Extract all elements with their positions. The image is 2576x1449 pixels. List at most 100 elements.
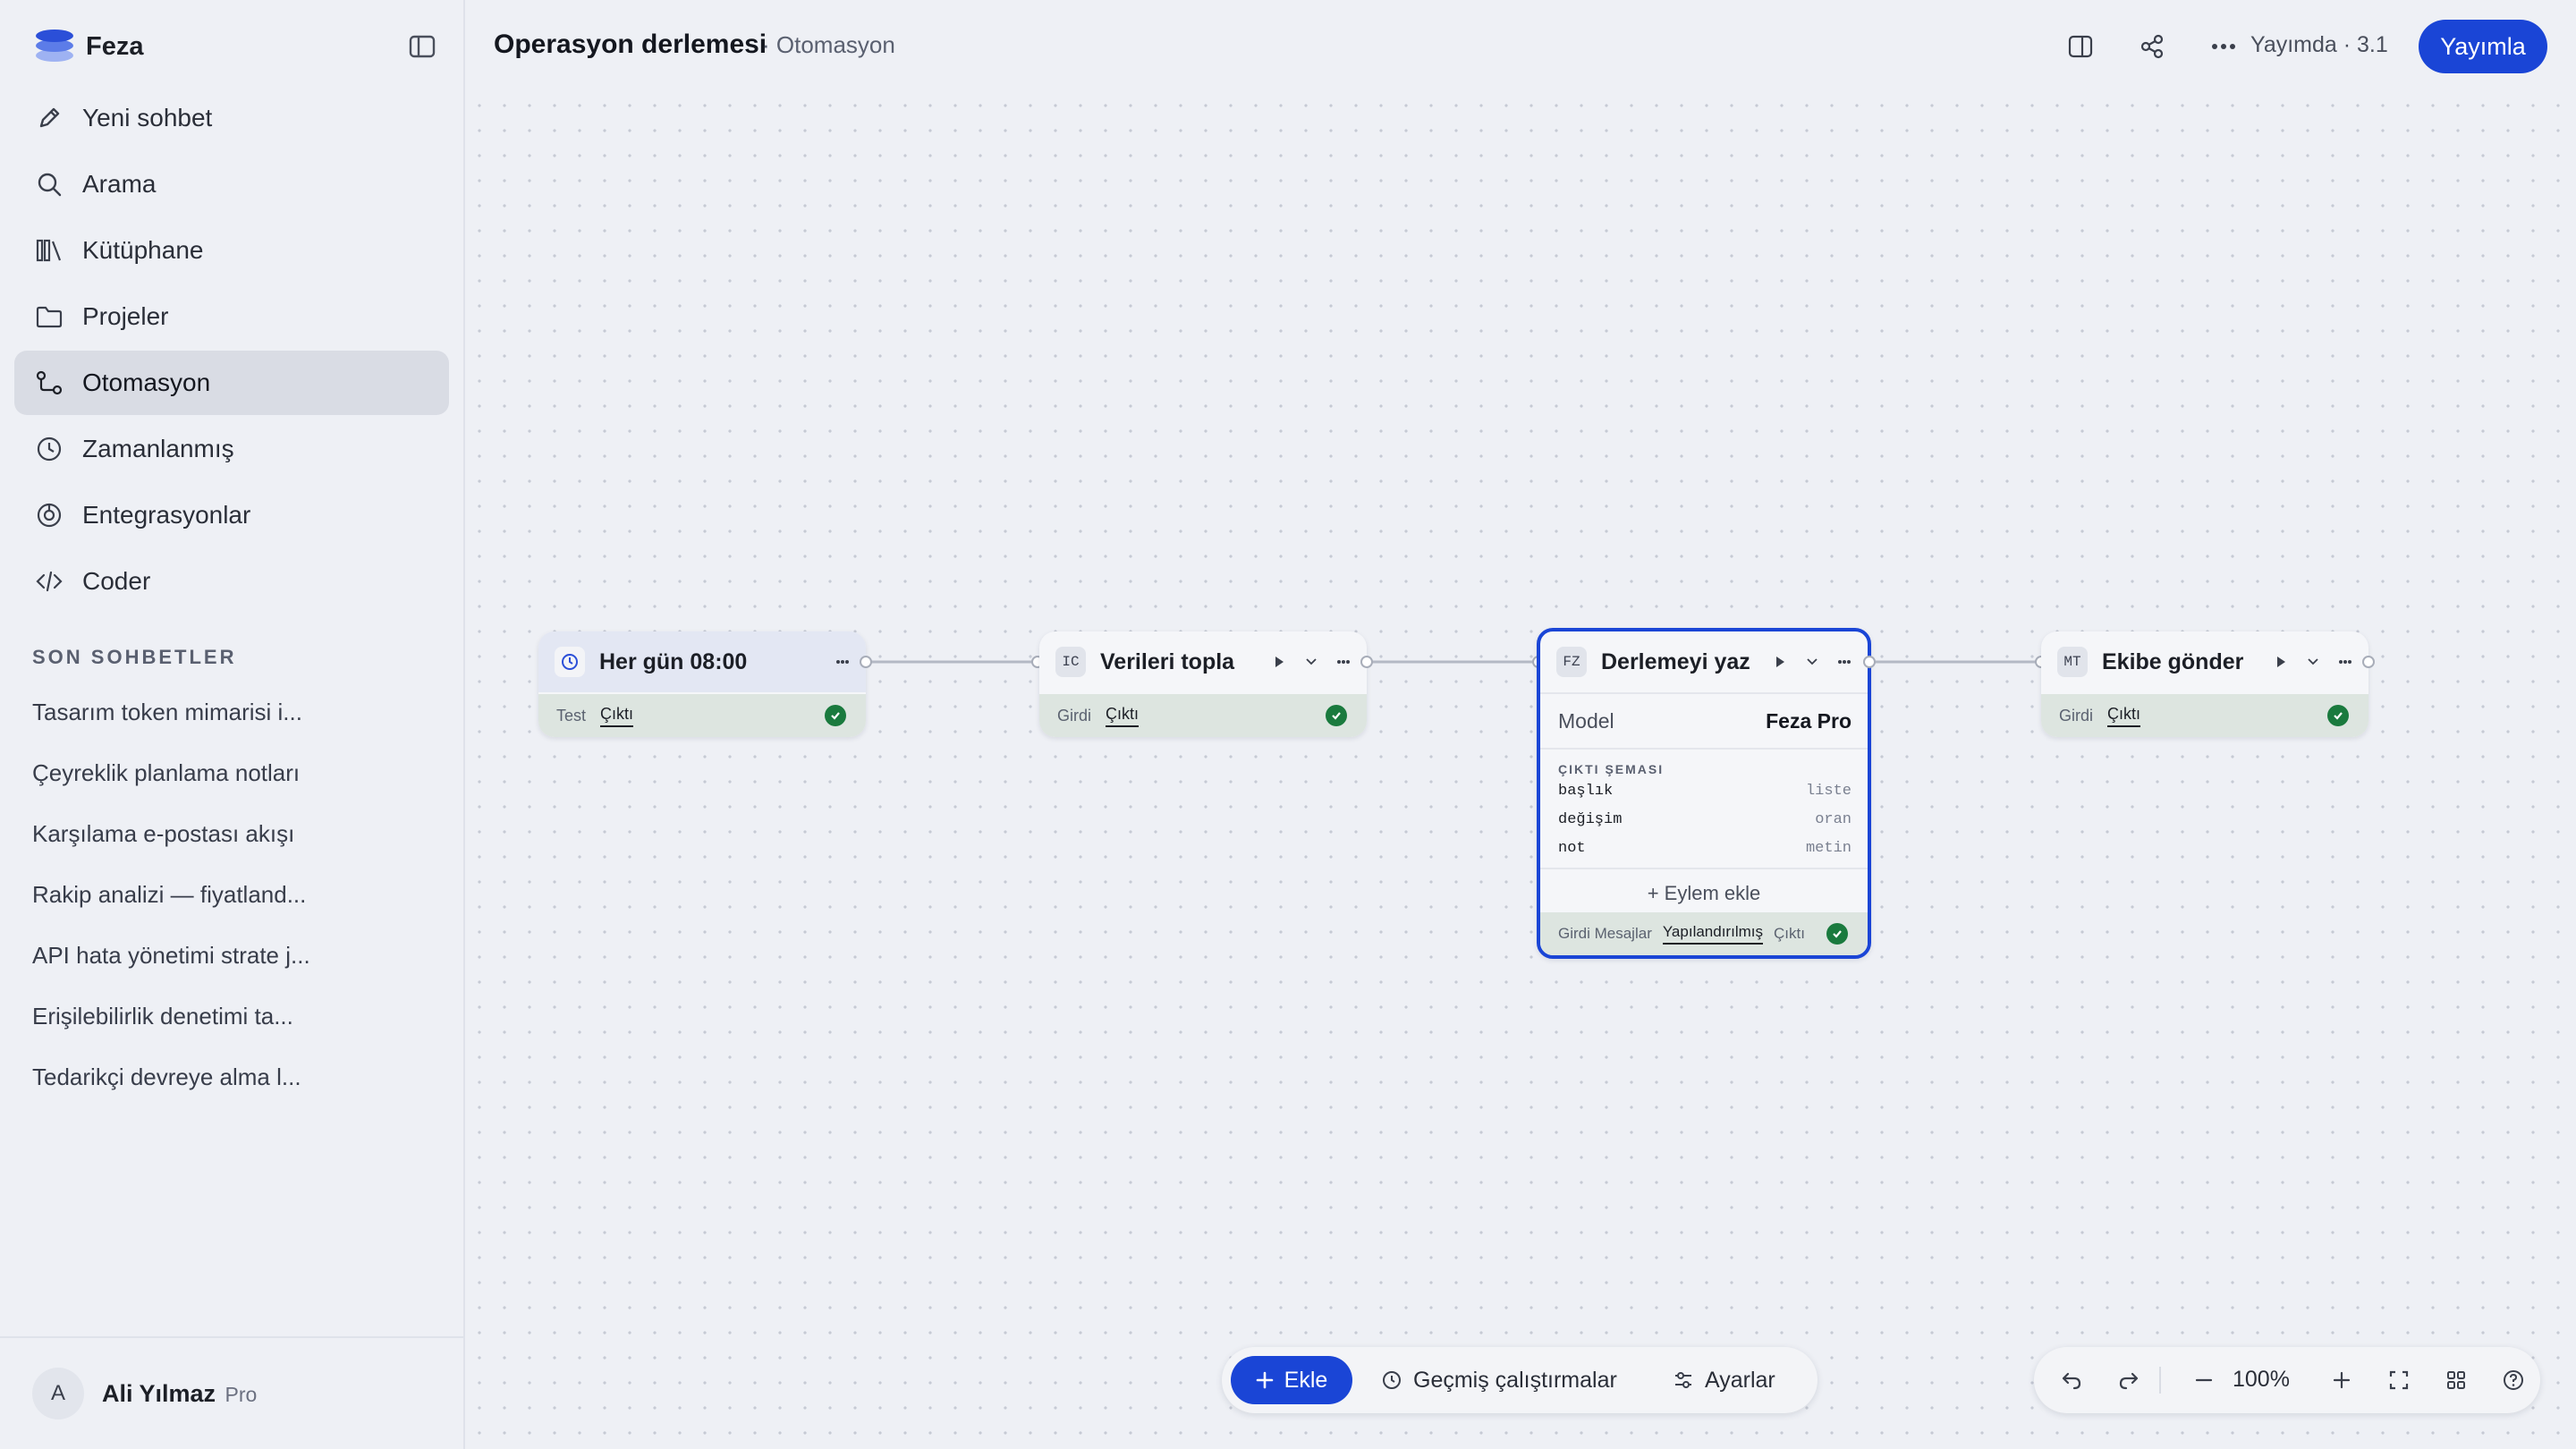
main-nav: Yeni sohbet Arama Kütüphane Projeler Oto… <box>14 86 449 615</box>
model-value: Feza Pro <box>1766 708 1852 733</box>
node-tab-input[interactable]: Girdi <box>1057 707 1091 725</box>
node-header: FZ Derlemeyi yaz <box>1540 631 1868 692</box>
user-profile[interactable]: A Ali Yılmaz Pro <box>0 1336 463 1449</box>
node-more-icon[interactable] <box>834 653 852 671</box>
node-trigger[interactable]: Her gün 08:00 Test Çıktı <box>538 631 866 737</box>
fit-view-icon[interactable] <box>2379 1360 2419 1400</box>
brand[interactable]: Feza <box>36 29 143 64</box>
play-icon[interactable] <box>1270 653 1288 671</box>
nav-item-library[interactable]: Kütüphane <box>14 218 449 283</box>
nav-label: Coder <box>82 567 151 595</box>
nav-item-projects[interactable]: Projeler <box>14 284 449 349</box>
output-schema-title: ÇIKTI ŞEMASI <box>1558 762 1665 776</box>
nav-item-integrations[interactable]: Entegrasyonlar <box>14 483 449 547</box>
node-tab-output[interactable]: Çıktı <box>1774 925 1805 943</box>
play-icon[interactable] <box>1771 653 1789 671</box>
page-title: Operasyon derlemesi <box>494 30 767 59</box>
schema-row[interactable]: başlık liste <box>1540 776 1868 805</box>
node-tab-test[interactable]: Test <box>556 707 586 725</box>
output-port[interactable] <box>860 656 872 668</box>
node-footer: Girdi Çıktı <box>2041 694 2368 737</box>
folder-icon <box>34 301 64 332</box>
output-port[interactable] <box>2362 656 2375 668</box>
nav-item-scheduled[interactable]: Zamanlanmış <box>14 417 449 481</box>
recent-chat-item[interactable]: Tedarikçi devreye alma l... <box>32 1046 444 1107</box>
node-badge: IC <box>1055 647 1086 677</box>
node-more-icon[interactable] <box>1835 653 1853 671</box>
grid-view-icon[interactable] <box>2436 1360 2476 1400</box>
schema-row[interactable]: not metin <box>1540 834 1868 862</box>
nav-item-automation[interactable]: Otomasyon <box>14 351 449 415</box>
zoom-in-icon[interactable] <box>2322 1360 2361 1400</box>
breadcrumb[interactable]: · Otomasyon <box>762 31 895 59</box>
add-action-button[interactable]: + Eylem ekle <box>1540 868 1868 918</box>
schema-key: değişim <box>1558 810 1623 828</box>
integration-icon <box>34 500 64 530</box>
recent-chats-title: SON SOHBETLER <box>32 646 237 668</box>
node-collect-data[interactable]: IC Verileri topla Girdi Çıktı <box>1039 631 1367 737</box>
nav-item-new-chat[interactable]: Yeni sohbet <box>14 86 449 150</box>
code-icon <box>34 566 64 597</box>
add-node-button[interactable]: Ekle <box>1231 1356 1352 1404</box>
clock-icon <box>555 647 585 677</box>
output-port[interactable] <box>1360 656 1373 668</box>
node-badge: FZ <box>1556 647 1587 677</box>
recent-chat-item[interactable]: Karşılama e-postası akışı <box>32 803 444 864</box>
chevron-down-icon[interactable] <box>1302 653 1320 671</box>
node-tab-structured[interactable]: Yapılandırılmış <box>1662 923 1763 945</box>
node-send-team[interactable]: MT Ekibe gönder Girdi Çıktı <box>2041 631 2368 737</box>
nav-item-coder[interactable]: Coder <box>14 549 449 614</box>
schema-key: not <box>1558 839 1586 857</box>
play-icon[interactable] <box>2272 653 2290 671</box>
nav-item-search[interactable]: Arama <box>14 152 449 216</box>
share-icon[interactable] <box>2132 27 2172 66</box>
node-badge: MT <box>2057 647 2088 677</box>
app-name: Feza <box>86 31 144 61</box>
redo-icon[interactable] <box>2109 1360 2148 1400</box>
recent-chat-item[interactable]: Rakip analizi — fiyatland... <box>32 864 444 925</box>
node-more-icon[interactable] <box>2336 653 2354 671</box>
node-more-icon[interactable] <box>1335 653 1352 671</box>
node-tab-input-messages[interactable]: Girdi Mesajlar <box>1558 925 1652 943</box>
settings-button[interactable]: Ayarlar <box>1673 1356 1775 1404</box>
recent-chats-list: Tasarım token mimarisi i... Çeyreklik pl… <box>32 682 444 1107</box>
top-header: Operasyon derlemesi · Otomasyon Yayımda … <box>467 0 2576 93</box>
success-check-icon <box>1826 923 1848 945</box>
zoom-out-icon[interactable] <box>2184 1360 2224 1400</box>
panel-toggle-icon[interactable] <box>2061 27 2100 66</box>
sidebar-toggle-icon[interactable] <box>404 29 440 64</box>
help-icon[interactable] <box>2494 1360 2533 1400</box>
recent-chat-item[interactable]: API hata yönetimi strate j... <box>32 925 444 986</box>
user-plan-badge: Pro <box>225 1382 258 1406</box>
schema-row[interactable]: değişim oran <box>1540 805 1868 834</box>
node-title: Ekibe gönder <box>2102 648 2244 674</box>
node-header: MT Ekibe gönder <box>2041 631 2368 692</box>
plus-icon <box>1256 1371 1273 1389</box>
node-tab-output[interactable]: Çıktı <box>1106 705 1140 727</box>
schema-type: liste <box>1805 782 1852 800</box>
node-title: Derlemeyi yaz <box>1601 648 1750 674</box>
node-header: Her gün 08:00 <box>538 631 866 692</box>
more-options-icon[interactable] <box>2204 27 2243 66</box>
node-tab-output[interactable]: Çıktı <box>600 705 634 727</box>
output-port[interactable] <box>1863 656 1876 668</box>
search-icon <box>34 169 64 199</box>
settings-label: Ayarlar <box>1705 1367 1775 1393</box>
chevron-down-icon[interactable] <box>2304 653 2322 671</box>
clock-icon <box>34 434 64 464</box>
publish-button[interactable]: Yayımla <box>2419 20 2547 73</box>
workflow-canvas[interactable]: Her gün 08:00 Test Çıktı IC Verileri top… <box>467 93 2576 1449</box>
model-label: Model <box>1558 708 1614 733</box>
chevron-down-icon[interactable] <box>1803 653 1821 671</box>
node-write-summary[interactable]: FZ Derlemeyi yaz Model Feza Pro ÇIKTI ŞE… <box>1537 628 1871 959</box>
node-tab-input[interactable]: Girdi <box>2059 707 2093 725</box>
model-select[interactable]: Model Feza Pro <box>1540 692 1868 750</box>
edges-layer <box>866 660 2041 664</box>
schema-key: başlık <box>1558 782 1614 800</box>
recent-chat-item[interactable]: Çeyreklik planlama notları <box>32 742 444 803</box>
node-tab-output[interactable]: Çıktı <box>2107 705 2141 727</box>
run-history-button[interactable]: Geçmiş çalıştırmalar <box>1381 1356 1617 1404</box>
recent-chat-item[interactable]: Erişilebilirlik denetimi ta... <box>32 986 444 1046</box>
undo-icon[interactable] <box>2052 1360 2091 1400</box>
recent-chat-item[interactable]: Tasarım token mimarisi i... <box>32 682 444 742</box>
